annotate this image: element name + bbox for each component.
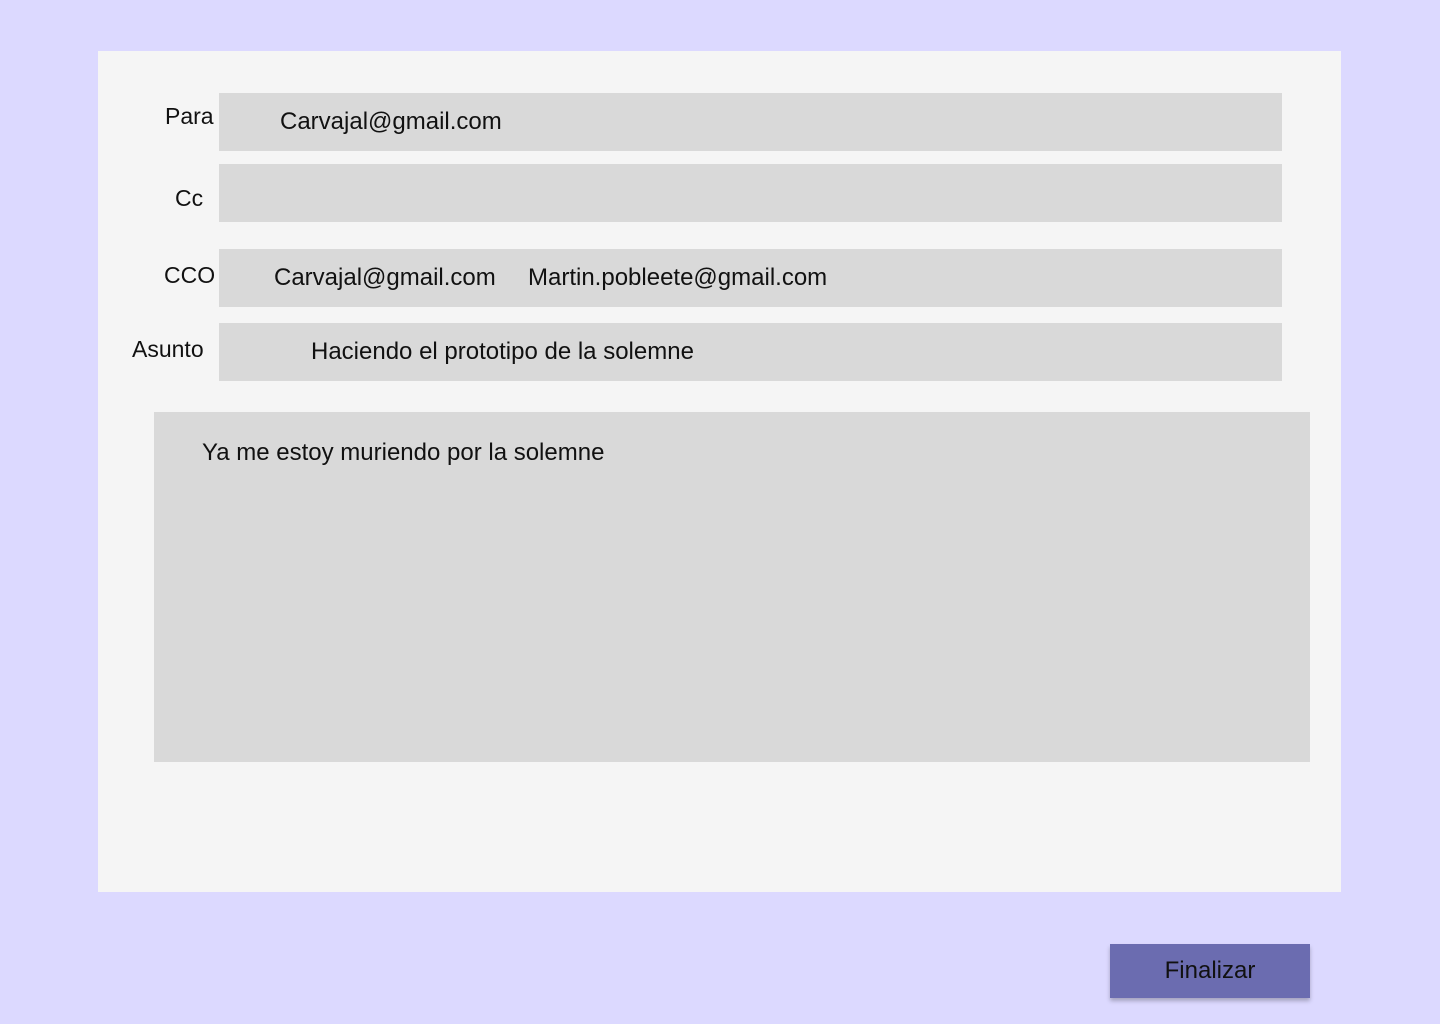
- message-body-text: Ya me estoy muriendo por la solemne: [202, 439, 605, 466]
- bcc-field[interactable]: Carvajal@gmail.com Martin.pobleete@gmail…: [219, 249, 1282, 307]
- bcc-label: CCO: [164, 262, 216, 288]
- cc-field[interactable]: [219, 164, 1282, 222]
- subject-text: Haciendo el prototipo de la solemne: [311, 338, 694, 365]
- subject-field[interactable]: Haciendo el prototipo de la solemne: [219, 323, 1282, 381]
- cc-label: Cc: [175, 185, 204, 211]
- bcc-recipient-2: Martin.pobleete@gmail.com: [528, 264, 828, 291]
- finalize-button[interactable]: Finalizar: [1110, 944, 1310, 998]
- to-recipient: Carvajal@gmail.com: [280, 108, 502, 135]
- to-label: Para: [165, 103, 214, 129]
- bcc-recipient-1: Carvajal@gmail.com: [274, 264, 496, 291]
- subject-label: Asunto: [132, 336, 204, 362]
- to-field[interactable]: Carvajal@gmail.com: [219, 93, 1282, 151]
- message-body-textarea[interactable]: Ya me estoy muriendo por la solemne: [154, 412, 1310, 762]
